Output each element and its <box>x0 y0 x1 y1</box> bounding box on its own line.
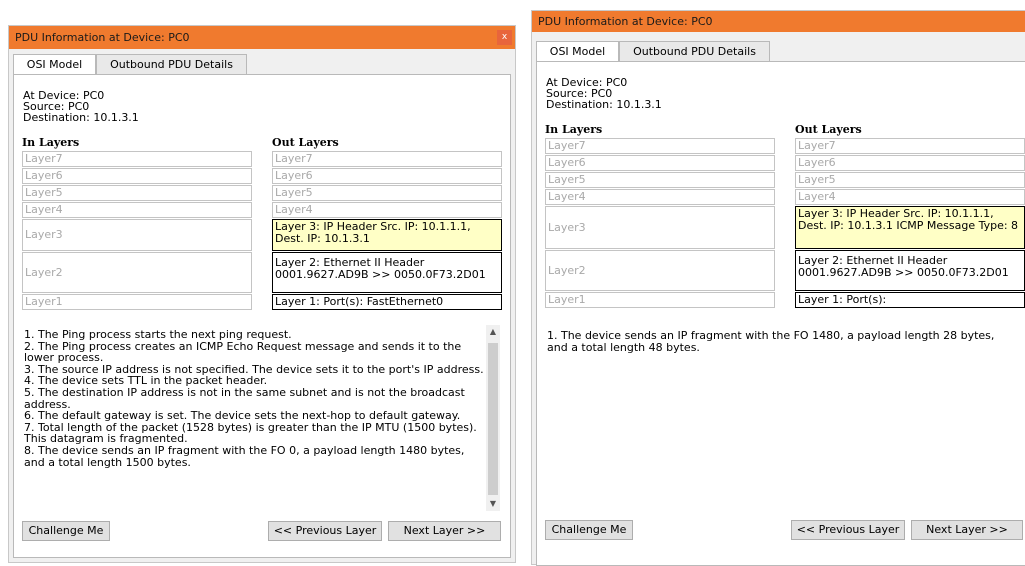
in-layer-1[interactable]: Layer1 <box>22 294 252 310</box>
previous-layer-button[interactable]: << Previous Layer <box>791 520 905 540</box>
out-layer-3[interactable]: Layer 3: IP Header Src. IP: 10.1.1.1, De… <box>795 206 1025 249</box>
tab-osi-model[interactable]: OSI Model <box>536 41 619 62</box>
description-item: 5. The destination IP address is not in … <box>24 385 465 411</box>
out-layer-3[interactable]: Layer 3: IP Header Src. IP: 10.1.1.1, De… <box>272 219 502 251</box>
out-layer-5[interactable]: Layer5 <box>795 172 1025 188</box>
in-layer-4[interactable]: Layer4 <box>22 202 252 218</box>
out-layer-5[interactable]: Layer5 <box>272 185 502 201</box>
in-layer-2[interactable]: Layer2 <box>545 250 775 291</box>
previous-layer-button[interactable]: << Previous Layer <box>268 521 382 541</box>
window-title: PDU Information at Device: PC0 <box>538 15 713 28</box>
in-layer-7[interactable]: Layer7 <box>545 138 775 154</box>
in-layer-6[interactable]: Layer6 <box>545 155 775 171</box>
out-layer-4[interactable]: Layer4 <box>272 202 502 218</box>
device-info: At Device: PC0 Source: PC0 Destination: … <box>546 77 662 110</box>
out-layer-7[interactable]: Layer7 <box>272 151 502 167</box>
tab-osi-model[interactable]: OSI Model <box>13 54 96 75</box>
description-item: 8. The device sends an IP fragment with … <box>24 443 465 469</box>
description-item: 1. The device sends an IP fragment with … <box>547 329 995 354</box>
tab-bar: OSI Model Outbound PDU Details <box>536 41 836 62</box>
description-item: 1. The Ping process starts the next ping… <box>24 329 292 341</box>
tab-bar: OSI Model Outbound PDU Details <box>13 54 313 75</box>
close-icon[interactable]: x <box>497 30 512 45</box>
in-layer-5[interactable]: Layer5 <box>22 185 252 201</box>
chevron-down-icon[interactable]: ▼ <box>486 499 500 508</box>
pdu-window-right: PDU Information at Device: PC0 OSI Model… <box>531 10 1025 566</box>
out-layer-2[interactable]: Layer 2: Ethernet II Header 0001.9627.AD… <box>795 250 1025 291</box>
description-list: 1. The Ping process starts the next ping… <box>24 329 484 513</box>
next-layer-button[interactable]: Next Layer >> <box>388 521 501 541</box>
description-item: 7. Total length of the packet (1528 byte… <box>24 420 477 446</box>
tab-outbound-pdu-details[interactable]: Outbound PDU Details <box>619 41 770 61</box>
chevron-up-icon[interactable]: ▲ <box>486 327 500 336</box>
destination-text: Destination: 10.1.3.1 <box>23 111 139 124</box>
title-bar[interactable]: PDU Information at Device: PC0 x <box>9 26 515 49</box>
title-bar[interactable]: PDU Information at Device: PC0 <box>532 11 1025 32</box>
challenge-me-button[interactable]: Challenge Me <box>22 521 110 541</box>
description-scrollbar[interactable]: ▲ ▼ <box>486 325 500 511</box>
out-layers-heading: Out Layers <box>272 136 339 149</box>
description-item: 2. The Ping process creates an ICMP Echo… <box>24 339 462 365</box>
in-layer-3[interactable]: Layer3 <box>545 206 775 249</box>
in-layer-6[interactable]: Layer6 <box>22 168 252 184</box>
next-layer-button[interactable]: Next Layer >> <box>911 520 1023 540</box>
in-layer-4[interactable]: Layer4 <box>545 189 775 205</box>
out-layer-6[interactable]: Layer6 <box>795 155 1025 171</box>
pdu-window-left: PDU Information at Device: PC0 x OSI Mod… <box>8 25 516 563</box>
out-layer-6[interactable]: Layer6 <box>272 168 502 184</box>
challenge-me-button[interactable]: Challenge Me <box>545 520 633 540</box>
in-layer-1[interactable]: Layer1 <box>545 292 775 308</box>
out-layer-4[interactable]: Layer4 <box>795 189 1025 205</box>
in-layer-3[interactable]: Layer3 <box>22 219 252 251</box>
in-layers-heading: In Layers <box>22 136 80 149</box>
scrollbar-thumb[interactable] <box>488 343 498 495</box>
out-layers-heading: Out Layers <box>795 123 862 136</box>
device-info: At Device: PC0 Source: PC0 Destination: … <box>23 90 139 123</box>
window-title: PDU Information at Device: PC0 <box>15 31 190 44</box>
out-layer-2[interactable]: Layer 2: Ethernet II Header 0001.9627.AD… <box>272 252 502 293</box>
osi-model-panel: At Device: PC0 Source: PC0 Destination: … <box>536 61 1025 566</box>
tab-outbound-pdu-details[interactable]: Outbound PDU Details <box>96 54 247 74</box>
out-layer-1[interactable]: Layer 1: Port(s): <box>795 292 1025 308</box>
out-layer-7[interactable]: Layer7 <box>795 138 1025 154</box>
out-layer-1[interactable]: Layer 1: Port(s): FastEthernet0 <box>272 294 502 310</box>
destination-text: Destination: 10.1.3.1 <box>546 98 662 111</box>
in-layer-2[interactable]: Layer2 <box>22 252 252 293</box>
in-layer-7[interactable]: Layer7 <box>22 151 252 167</box>
description-item: 6. The default gateway is set. The devic… <box>24 409 461 423</box>
in-layers-heading: In Layers <box>545 123 603 136</box>
description-list: 1. The device sends an IP fragment with … <box>547 330 1007 353</box>
in-layer-5[interactable]: Layer5 <box>545 172 775 188</box>
osi-model-panel: At Device: PC0 Source: PC0 Destination: … <box>13 74 511 558</box>
